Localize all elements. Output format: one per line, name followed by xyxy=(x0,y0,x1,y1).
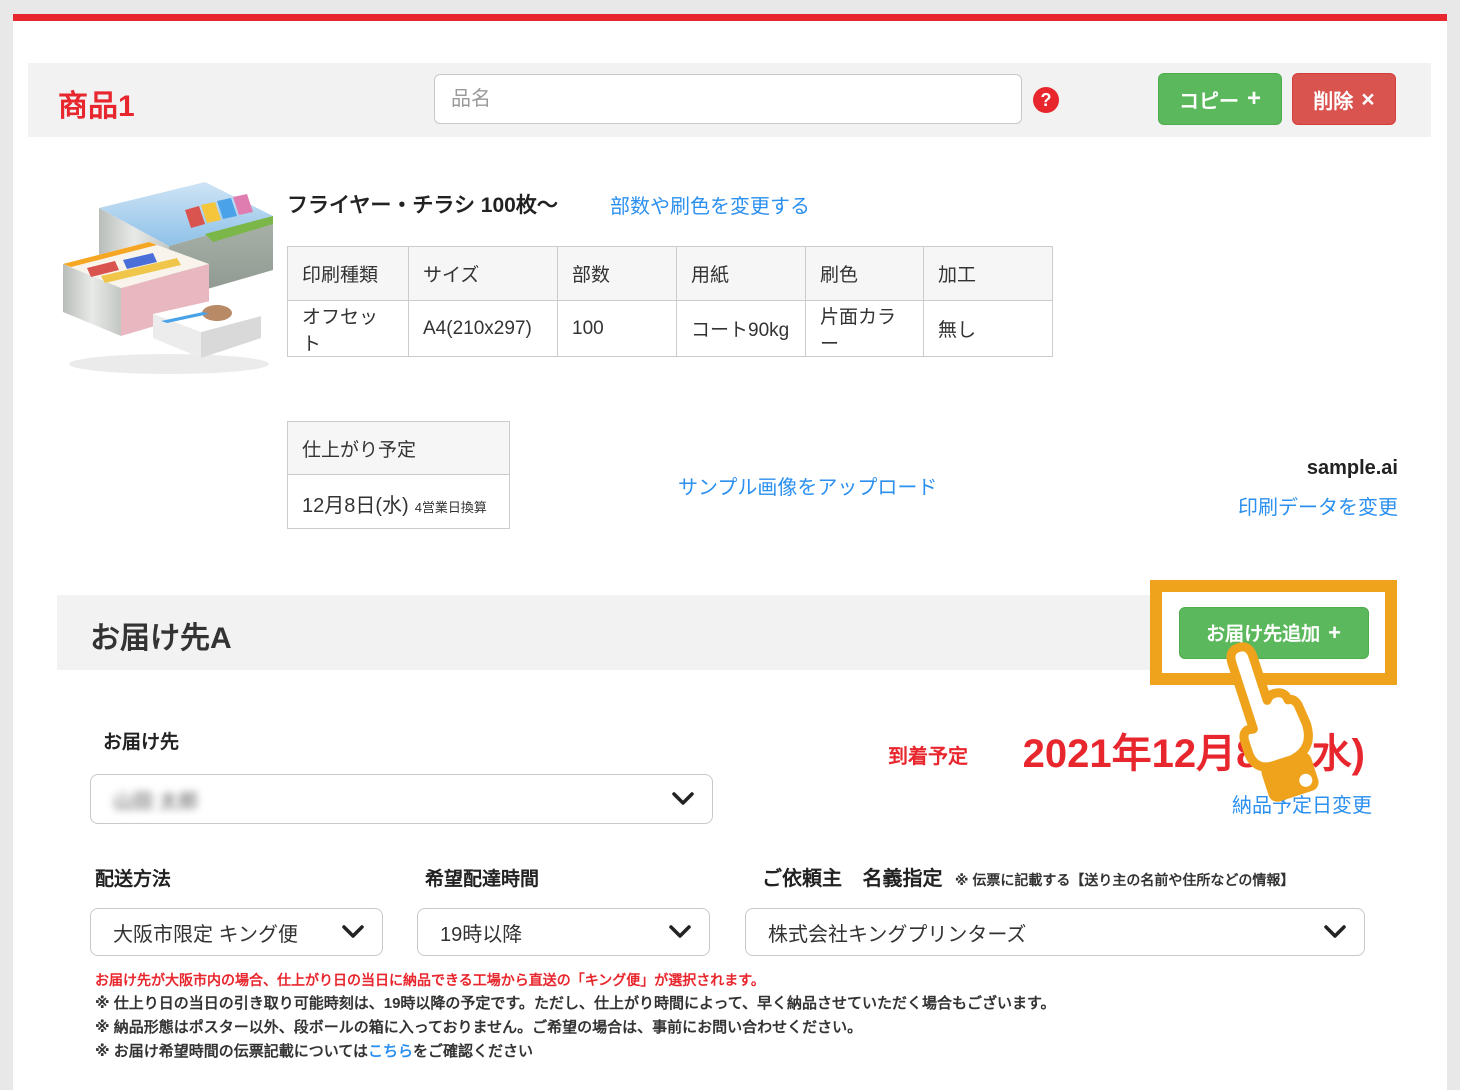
plus-icon: + xyxy=(1247,87,1261,111)
recipient-value-blurred: 山田 太郎 xyxy=(113,785,199,814)
shipping-method-label: 配送方法 xyxy=(95,864,171,891)
spec-header: 部数 xyxy=(558,247,677,301)
delivery-time-select[interactable]: 19時以降 xyxy=(417,908,710,956)
x-icon: × xyxy=(1361,88,1374,111)
add-destination-label: お届け先追加 xyxy=(1206,619,1320,646)
spec-header-row: 印刷種類 サイズ 部数 用紙 刷色 加工 xyxy=(288,247,1053,301)
add-destination-button[interactable]: お届け先追加 + xyxy=(1179,607,1369,659)
delete-button[interactable]: 削除 × xyxy=(1292,73,1396,125)
note-pickup-time: ※ 仕上り日の当日の引き取り可能時刻は、19時以降の予定です。ただし、仕上がり時… xyxy=(95,996,1395,1011)
finish-date-header: 仕上がり予定 xyxy=(288,422,509,475)
recipient-label: お届け先 xyxy=(103,727,179,754)
spec-header: 刷色 xyxy=(806,247,924,301)
sender-select[interactable]: 株式会社キングプリンターズ xyxy=(745,908,1365,956)
spec-header: 用紙 xyxy=(677,247,806,301)
kochira-link[interactable]: こちら xyxy=(368,1043,413,1060)
sender-label-line: ご依頼主 名義指定 ※ 伝票に記載する【送り主の名前や住所などの情報】 xyxy=(762,862,1294,891)
chevron-down-icon xyxy=(1324,925,1346,939)
copy-button[interactable]: コピー + xyxy=(1158,73,1282,125)
recipient-select[interactable]: 山田 太郎 xyxy=(90,774,713,824)
note-packaging: ※ 納品形態はポスター以外、段ボールの箱に入っておりません。ご希望の場合は、事前… xyxy=(95,1020,1395,1035)
spec-value: コート90kg xyxy=(677,301,806,357)
note-slip-time: ※ お届け希望時間の伝票記載についてはこちらをご確認ください xyxy=(95,1044,1395,1059)
note-king-bin: お届け先が大阪市内の場合、仕上がり日の当日に納品できる工場から直送の「キング便」… xyxy=(95,973,1395,987)
spec-value: 片面カラー xyxy=(806,301,924,357)
delivery-notes: お届け先が大阪市内の場合、仕上がり日の当日に納品できる工場から直送の「キング便」… xyxy=(95,973,1395,1068)
sender-label: ご依頼主 xyxy=(762,868,842,890)
spec-header: 印刷種類 xyxy=(288,247,409,301)
chevron-down-icon xyxy=(342,925,364,939)
change-delivery-date-link[interactable]: 納品予定日変更 xyxy=(1232,789,1372,818)
copy-button-label: コピー xyxy=(1179,85,1239,114)
note-slip-post: をご確認ください xyxy=(413,1043,533,1060)
chevron-down-icon xyxy=(669,925,691,939)
plus-icon: + xyxy=(1328,620,1341,646)
spec-value-row: オフセット A4(210x297) 100 コート90kg 片面カラー 無し xyxy=(288,301,1053,357)
delivery-time-label: 希望配達時間 xyxy=(425,864,539,891)
delivery-time-value: 19時以降 xyxy=(440,918,522,947)
change-print-data-link[interactable]: 印刷データを変更 xyxy=(1238,491,1398,520)
sender-value: 株式会社キングプリンターズ xyxy=(768,918,1026,947)
product-photo-flyer-stacks xyxy=(57,172,277,377)
order-card: 商品1 ? コピー + 削除 × xyxy=(13,14,1447,1090)
arrival-date: 2021年12月8日(水) xyxy=(1023,721,1365,779)
product-name: フライヤー・チラシ 100枚〜 xyxy=(287,189,558,219)
spec-table: 印刷種類 サイズ 部数 用紙 刷色 加工 オフセット A4(210x297) 1… xyxy=(287,246,1053,357)
arrival-label: 到着予定 xyxy=(888,740,968,769)
sender-note: ※ 伝票に記載する【送り主の名前や住所などの情報】 xyxy=(955,872,1295,888)
note-slip-pre: ※ お届け希望時間の伝票記載については xyxy=(95,1043,368,1060)
sender-sublabel: 名義指定 xyxy=(862,868,942,890)
chevron-down-icon xyxy=(672,792,694,806)
upload-sample-link[interactable]: サンプル画像をアップロード xyxy=(678,471,937,500)
spec-value: 100 xyxy=(558,301,677,357)
spec-header: サイズ xyxy=(409,247,558,301)
shipping-method-value: 大阪市限定 キング便 xyxy=(113,918,298,947)
help-icon[interactable]: ? xyxy=(1033,87,1059,113)
finish-date-table: 仕上がり予定 12月8日(水) 4営業日換算 xyxy=(287,421,510,529)
product-title: 商品1 xyxy=(58,81,135,125)
delivery-section-title: お届け先A xyxy=(90,613,232,657)
spec-value: A4(210x297) xyxy=(409,301,558,357)
finish-date-value: 12月8日(水) xyxy=(302,489,409,518)
finish-date-note: 4営業日換算 xyxy=(415,497,487,516)
product-name-input[interactable] xyxy=(434,74,1022,124)
spec-header: 加工 xyxy=(924,247,1053,301)
spec-value: 無し xyxy=(924,301,1053,357)
spec-value: オフセット xyxy=(288,301,409,357)
shipping-method-select[interactable]: 大阪市限定 キング便 xyxy=(90,908,383,956)
delete-button-label: 削除 xyxy=(1313,85,1353,114)
highlight-annotation-box: お届け先追加 + xyxy=(1150,580,1397,685)
print-data-file-name: sample.ai xyxy=(1307,457,1398,480)
change-spec-link[interactable]: 部数や刷色を変更する xyxy=(610,190,810,219)
